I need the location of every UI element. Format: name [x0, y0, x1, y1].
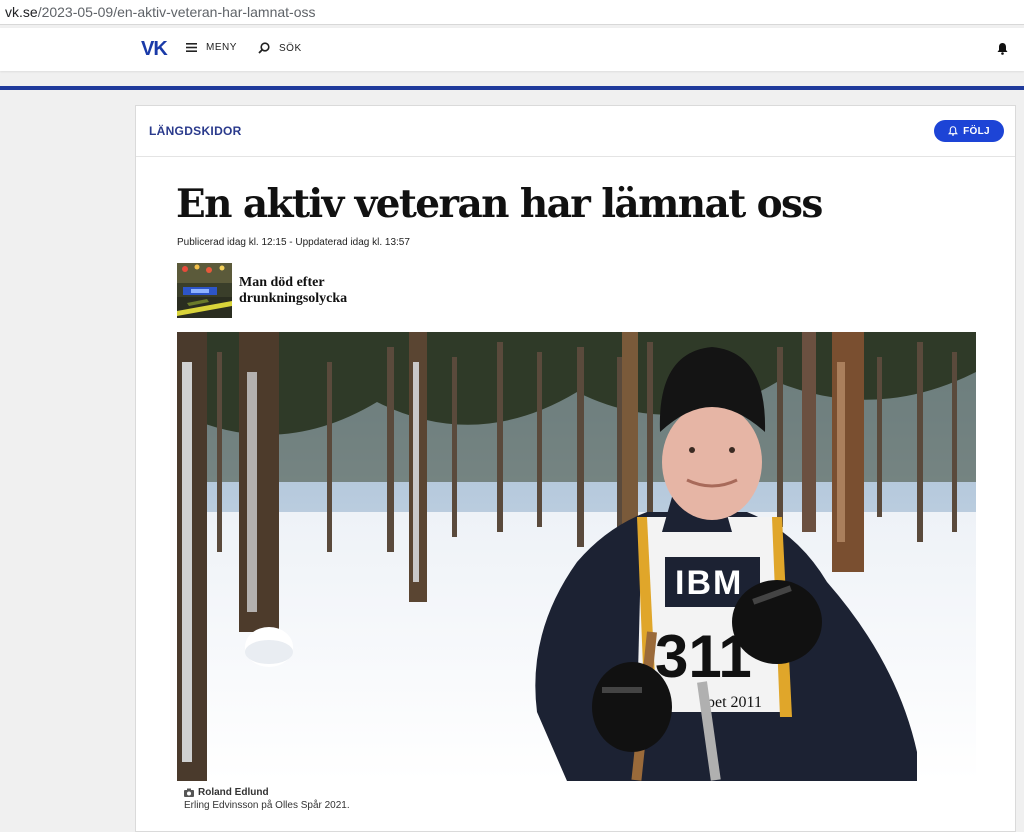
search-button[interactable]: SÖK	[258, 42, 302, 54]
follow-button[interactable]: FÖLJ	[934, 120, 1004, 142]
article-card: LÄNGDSKIDOR FÖLJ En aktiv veteran har lä…	[135, 105, 1016, 832]
bell-icon	[997, 43, 1008, 55]
follow-label: FÖLJ	[963, 125, 990, 137]
bib-sponsor-text: IBM	[675, 564, 743, 602]
category-row: LÄNGDSKIDOR FÖLJ	[136, 106, 1015, 157]
menu-label: MENY	[206, 42, 237, 53]
image-caption: Erling Edvinsson på Olles Spår 2021.	[184, 800, 350, 811]
menu-button[interactable]: MENY	[186, 42, 237, 53]
related-article-link[interactable]: Man död efter drunkningsolycka	[177, 263, 437, 319]
url-text[interactable]: vk.se/2023-05-09/en-aktiv-veteran-har-la…	[5, 4, 316, 20]
photo-credit: Roland Edlund	[184, 787, 269, 798]
bib-event-text: pet 2011	[707, 694, 762, 711]
search-label: SÖK	[279, 42, 302, 54]
photo-credit-name: Roland Edlund	[198, 787, 269, 798]
related-article-thumbnail	[177, 263, 232, 318]
category-link[interactable]: LÄNGDSKIDOR	[149, 124, 242, 138]
article-headline: En aktiv veteran har lämnat oss	[176, 181, 823, 227]
menu-icon	[186, 43, 197, 52]
hero-image[interactable]: IBM 311 pet 2011	[177, 332, 976, 781]
site-logo[interactable]: VK	[141, 38, 168, 61]
notifications-button[interactable]	[996, 42, 1009, 60]
publish-meta: Publicerad idag kl. 12:15 - Uppdaterad i…	[177, 237, 410, 248]
browser-url-bar[interactable]: vk.se/2023-05-09/en-aktiv-veteran-har-la…	[0, 0, 1024, 25]
search-icon	[258, 42, 270, 54]
related-article-title: Man död efter drunkningsolycka	[239, 275, 348, 306]
header-divider	[0, 86, 1024, 90]
camera-icon	[184, 788, 194, 797]
site-header: VK MENY SÖK	[0, 28, 1024, 71]
bell-icon	[948, 126, 959, 136]
